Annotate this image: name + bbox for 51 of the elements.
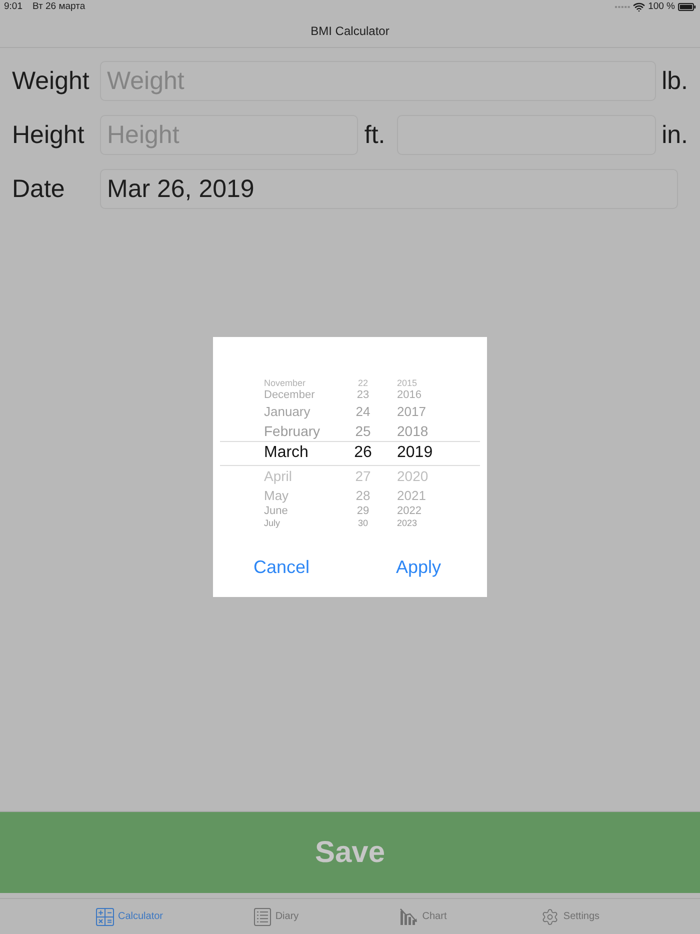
dialog-button[interactable]: Apply — [392, 547, 446, 587]
picker-item[interactable]: 2017 — [397, 404, 426, 418]
settings-icon — [541, 908, 560, 926]
picker-item[interactable]: 2015 — [397, 378, 418, 388]
calculator-icon — [96, 908, 114, 926]
picker-item[interactable]: 29 — [356, 506, 370, 516]
picker-item[interactable]: 2020 — [397, 468, 428, 482]
picker-item[interactable]: 26 — [354, 445, 372, 461]
picker-item[interactable]: 2022 — [397, 506, 422, 516]
tab-bar-item[interactable]: Calculator — [118, 912, 164, 922]
picker-item[interactable]: June — [264, 506, 288, 516]
picker-item[interactable]: 27 — [355, 468, 371, 482]
battery-icon — [678, 3, 696, 11]
tab-bar-item[interactable]: Settings — [563, 912, 600, 922]
picker-item[interactable]: July — [264, 518, 280, 528]
field-label: Weight — [12, 68, 90, 94]
picker-item[interactable]: 24 — [356, 404, 370, 418]
picker-item[interactable]: 28 — [356, 488, 370, 502]
save-button[interactable]: Save — [0, 811, 700, 893]
picker-item[interactable]: December — [264, 390, 315, 400]
unit-label: in. — [662, 122, 688, 148]
input-field[interactable]: Mar 26, 2019 — [100, 169, 678, 209]
picker-item[interactable]: November — [264, 378, 306, 388]
picker-item[interactable]: 2018 — [397, 424, 428, 438]
unit-label: ft. — [364, 122, 386, 148]
tab-bar-item[interactable]: Diary — [275, 912, 299, 922]
picker-item[interactable]: February — [264, 424, 320, 438]
picker-item[interactable]: 2016 — [397, 390, 422, 400]
bar-chart-icon — [400, 908, 418, 925]
nav-title: BMI Calculator — [310, 22, 390, 40]
unit-label: lb. — [662, 68, 688, 94]
picker-item[interactable]: May — [264, 488, 289, 502]
picker-item[interactable]: 25 — [355, 424, 371, 438]
picker-item[interactable]: April — [264, 468, 292, 482]
picker-item[interactable]: 2023 — [397, 518, 418, 528]
tab-bar-item[interactable]: Chart — [422, 912, 447, 922]
wifi-icon — [633, 2, 646, 12]
picker-item[interactable]: March — [264, 445, 308, 461]
picker-item[interactable]: 2019 — [397, 445, 433, 461]
dialog-button[interactable]: Cancel — [249, 547, 314, 587]
field-label: Height — [12, 122, 86, 148]
field-label: Date — [12, 176, 66, 202]
picker-item[interactable]: 2021 — [397, 488, 426, 502]
picker-item[interactable]: 23 — [356, 390, 370, 400]
picker-item[interactable]: January — [264, 404, 310, 418]
status-time: 9:01 — [4, 0, 22, 14]
battery-level: 100 % — [648, 0, 675, 14]
list-icon — [254, 908, 272, 926]
status-date: Вт 26 марта — [32, 0, 86, 14]
picker-item[interactable]: 30 — [358, 518, 368, 528]
picker-item[interactable]: 22 — [358, 378, 368, 388]
